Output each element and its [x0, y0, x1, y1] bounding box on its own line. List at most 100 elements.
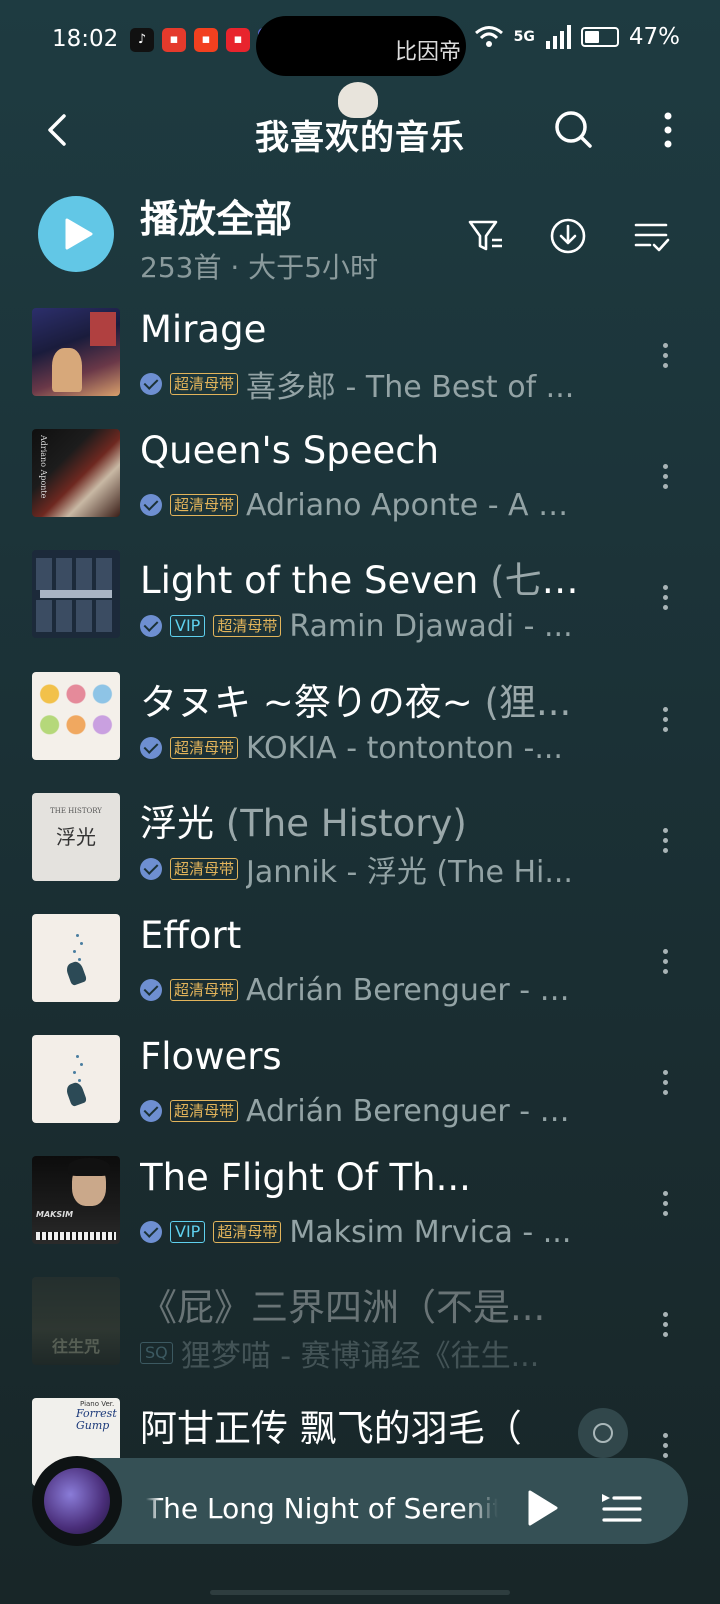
vip-badge: VIP	[170, 615, 206, 637]
song-meta: 超清母带 KOKIA - tontonton -...	[140, 728, 580, 768]
play-all-label[interactable]: 播放全部	[140, 188, 292, 243]
song-title: 《屁》三界四洲（不是...	[140, 1286, 546, 1329]
song-row[interactable]: Flowers 超清母带 Adrián Berenguer - S...	[0, 1035, 720, 1157]
song-title: 浮光 (The History)	[140, 802, 467, 845]
song-meta: VIP 超清母带 Ramin Djawadi - ...	[140, 606, 580, 646]
now-playing-title[interactable]: The Long Night of Serenity - I	[146, 1492, 498, 1525]
cover-text: Forrest Gump	[76, 1407, 117, 1432]
page-title: 我喜欢的音乐	[255, 118, 465, 158]
album-cover: THE HISTORY 浮光	[32, 793, 120, 881]
hq-badge: 超清母带	[170, 1100, 239, 1122]
song-more-icon[interactable]	[655, 1065, 675, 1105]
verified-icon	[140, 615, 162, 637]
play-all-button[interactable]	[38, 196, 114, 272]
album-cover	[32, 1035, 120, 1123]
song-more-icon[interactable]	[655, 580, 675, 620]
album-cover: MAKSIM	[32, 1156, 120, 1244]
verified-icon	[140, 979, 162, 1001]
song-title: Effort	[140, 914, 242, 957]
artist-album: Maksim Mrvica - ...	[289, 1214, 572, 1250]
song-title: Light of the Seven (七神...	[140, 559, 600, 602]
queue-icon[interactable]	[600, 1488, 644, 1528]
hq-badge: 超清母带	[170, 858, 239, 880]
album-cover	[32, 914, 120, 1002]
song-meta: 超清母带 Jannik - 浮光 (The Hi...	[140, 849, 580, 889]
cover-text: 往生咒	[51, 1337, 100, 1356]
hq-badge: 超清母带	[170, 979, 239, 1001]
song-meta: 超清母带 Adrián Berenguer - S...	[140, 1091, 580, 1131]
verified-icon	[140, 737, 162, 759]
song-title: タヌキ ~祭りの夜~ (狸...	[140, 681, 572, 724]
album-cover	[32, 672, 120, 760]
island-text: 比因帝	[395, 40, 462, 65]
artist-album: Adrián Berenguer - S...	[246, 1093, 580, 1129]
cover-text: Adriano Aponte	[39, 435, 48, 499]
hq-badge: 超清母带	[170, 494, 239, 516]
album-cover: 往生咒	[32, 1277, 120, 1365]
song-title: Flowers	[140, 1035, 282, 1078]
song-more-icon[interactable]	[655, 944, 675, 984]
hq-badge: 超清母带	[170, 373, 239, 395]
wifi-icon	[474, 26, 503, 47]
status-right: 5G 47%	[474, 24, 680, 50]
song-title: Queen's Speech	[140, 429, 440, 472]
verified-icon	[140, 1100, 162, 1122]
play-icon	[65, 218, 93, 250]
artist-album: 喜多郎 - The Best of ...	[246, 370, 575, 404]
song-count: 253首 · 大于5小时	[140, 251, 378, 284]
song-title: Mirage	[140, 308, 267, 351]
battery-fill	[584, 31, 599, 43]
verified-icon	[140, 373, 162, 395]
download-icon[interactable]	[548, 216, 588, 256]
song-row-unavailable[interactable]: 往生咒 《屁》三界四洲（不是... SQ 狸梦喵 - 赛博诵经《往生...	[0, 1277, 720, 1399]
artist-album: KOKIA - tontonton -...	[246, 730, 563, 766]
song-row[interactable]: THE HISTORY 浮光 浮光 (The History) 超清母带 Jan…	[0, 793, 720, 915]
song-meta: SQ 狸梦喵 - 赛博诵经《往生...	[140, 1333, 580, 1373]
song-meta: 超清母带 Adrián Berenguer - S...	[140, 970, 580, 1010]
battery-icon	[580, 27, 619, 47]
verified-icon	[140, 494, 162, 516]
cover-text: MAKSIM	[36, 1210, 74, 1219]
cover-text: 浮光	[56, 825, 96, 849]
song-title: The Flight Of Th...	[140, 1156, 471, 1199]
vip-badge: VIP	[170, 1221, 206, 1243]
verified-icon	[140, 858, 162, 880]
more-icon[interactable]	[652, 106, 684, 154]
search-icon[interactable]	[552, 108, 596, 152]
hq-badge: 超清母带	[170, 737, 239, 759]
shopping-app-icon: ▪	[194, 28, 218, 52]
song-row[interactable]: Mirage 超清母带 喜多郎 - The Best of ...	[0, 308, 720, 430]
song-more-icon[interactable]	[655, 1186, 675, 1226]
now-playing-cover	[44, 1468, 110, 1534]
signal-icon	[545, 25, 571, 49]
artist-album: Adriano Aponte - A Q...	[246, 487, 580, 523]
song-row[interactable]: MAKSIM The Flight Of Th... VIP 超清母带 Maks…	[0, 1156, 720, 1278]
artist-album: Ramin Djawadi - ...	[289, 608, 573, 644]
song-row[interactable]: Light of the Seven (七神... VIP 超清母带 Ramin…	[0, 550, 720, 672]
song-more-icon[interactable]	[655, 459, 675, 499]
status-bar: 18:02 ♪ ▪ ▪ ▪ ▪ 比因帝 5G 47%	[0, 0, 720, 118]
cover-text: THE HISTORY	[50, 807, 102, 815]
home-indicator	[210, 1590, 510, 1595]
play-icon[interactable]	[524, 1488, 560, 1528]
filter-icon[interactable]	[466, 216, 506, 256]
song-row[interactable]: Effort 超清母带 Adrián Berenguer - S...	[0, 914, 720, 1036]
tiktok-icon: ♪	[130, 28, 154, 52]
status-time: 18:02	[52, 26, 119, 52]
shopping-app-icon: ▪	[226, 28, 250, 52]
sq-badge: SQ	[140, 1342, 173, 1364]
song-more-icon[interactable]	[655, 338, 675, 378]
song-row[interactable]: タヌキ ~祭りの夜~ (狸... 超清母带 KOKIA - tontonton …	[0, 672, 720, 794]
song-more-icon[interactable]	[655, 702, 675, 742]
song-more-icon[interactable]	[655, 823, 675, 863]
song-more-icon[interactable]	[655, 1307, 675, 1347]
album-cover	[32, 550, 120, 638]
locate-current-button[interactable]	[578, 1408, 628, 1458]
play-all-section: 播放全部 253首 · 大于5小时	[0, 184, 720, 284]
song-title: 阿甘正传 飘飞的羽毛（	[140, 1407, 522, 1450]
song-row[interactable]: Adriano Aponte Queen's Speech 超清母带 Adria…	[0, 429, 720, 551]
hq-badge: 超清母带	[213, 1221, 282, 1243]
song-meta: VIP 超清母带 Maksim Mrvica - ...	[140, 1212, 580, 1252]
sort-icon[interactable]	[632, 216, 672, 256]
song-meta: 超清母带 喜多郎 - The Best of ...	[140, 364, 580, 404]
